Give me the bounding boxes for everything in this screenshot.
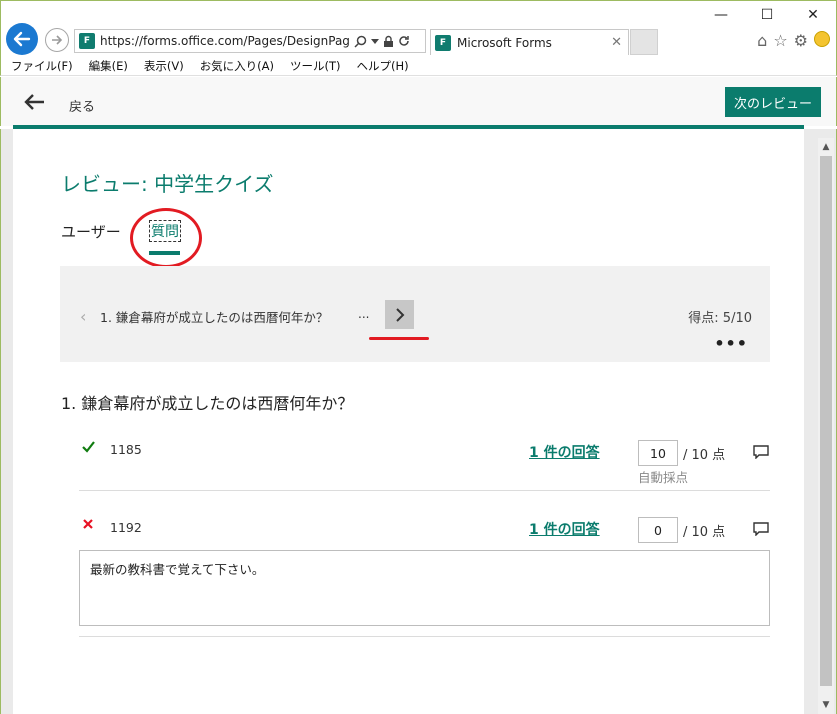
browser-tab[interactable]: F Microsoft Forms ✕: [430, 29, 629, 55]
forms-favicon-icon: F: [79, 33, 95, 49]
browser-titlebar: — ☐ ✕ F https://forms.office.com/Pages/D…: [0, 0, 837, 56]
scroll-thumb[interactable]: [820, 156, 832, 686]
response-row: 1185 1 件の回答 10 / 10 点 自動採点: [79, 440, 770, 490]
response-row: 1192 1 件の回答 0 / 10 点: [79, 517, 770, 547]
next-review-button[interactable]: 次のレビュー: [725, 87, 821, 117]
new-tab-button[interactable]: [630, 29, 658, 55]
more-options-icon[interactable]: •••: [714, 336, 748, 352]
settings-gear-icon[interactable]: ⚙: [794, 31, 808, 50]
chevron-right-icon: [395, 307, 404, 322]
address-text[interactable]: https://forms.office.com/Pages/DesignPag…: [100, 34, 350, 48]
tab-title: Microsoft Forms: [457, 35, 552, 50]
home-icon[interactable]: ⌂: [757, 31, 767, 50]
maximize-button[interactable]: ☐: [744, 1, 790, 29]
previous-question-icon[interactable]: ‹: [80, 307, 86, 326]
address-bar[interactable]: F https://forms.office.com/Pages/DesignP…: [74, 29, 426, 53]
question-nav-title: 1. 鎌倉幕府が成立したのは西暦何年か？: [100, 310, 329, 325]
comment-icon[interactable]: [753, 445, 769, 459]
menu-tools[interactable]: ツール(T): [290, 58, 341, 74]
refresh-icon[interactable]: [398, 35, 410, 47]
next-question-button[interactable]: [385, 300, 414, 329]
minimize-button[interactable]: —: [698, 1, 744, 29]
question-score: 得点: 5/10: [688, 311, 752, 326]
response-answer: 1192: [110, 520, 142, 535]
menu-help[interactable]: ヘルプ(H): [357, 58, 409, 74]
back-arrow-icon[interactable]: [23, 93, 45, 111]
menu-edit[interactable]: 編集(E): [89, 58, 128, 74]
auto-graded-label: 自動採点: [638, 470, 689, 485]
question-navigator: ‹ 1. 鎌倉幕府が成立したのは西暦何年か？ ... 得点: 5/10 •••: [60, 266, 770, 362]
close-window-button[interactable]: ✕: [790, 1, 836, 29]
comment-icon[interactable]: [753, 522, 769, 536]
favorites-star-icon[interactable]: ☆: [773, 31, 787, 50]
annotation-circle: [130, 208, 202, 268]
divider: [79, 636, 770, 637]
menu-view[interactable]: 表示(V): [144, 58, 184, 74]
tab-users[interactable]: ユーザー: [61, 221, 121, 242]
page-title: レビュー: 中学生クイズ: [61, 172, 274, 196]
response-answer: 1185: [110, 442, 142, 457]
browser-back-button[interactable]: [6, 23, 38, 55]
score-input[interactable]: 0: [638, 517, 678, 543]
menu-file[interactable]: ファイル(F): [11, 58, 73, 74]
response-count-link[interactable]: 1 件の回答: [529, 442, 600, 462]
arrow-right-icon: [52, 35, 63, 45]
window-controls: — ☐ ✕: [698, 1, 836, 29]
dropdown-icon[interactable]: [371, 37, 379, 45]
lock-icon: [384, 35, 393, 47]
tab-close-icon[interactable]: ✕: [611, 35, 622, 50]
feedback-textarea[interactable]: 最新の教科書で覚えて下さい。: [79, 550, 770, 626]
app-header: 戻る 次のレビュー: [0, 77, 837, 126]
scroll-up-icon[interactable]: ▲: [818, 138, 834, 156]
score-max-label: / 10 点: [683, 525, 726, 540]
menu-bar: ファイル(F) 編集(E) 表示(V) お気に入り(A) ツール(T) ヘルプ(…: [0, 56, 837, 76]
forms-tab-favicon-icon: F: [435, 34, 451, 51]
feedback-smiley-icon[interactable]: [814, 31, 830, 47]
score-input[interactable]: 10: [638, 440, 678, 466]
back-button-label[interactable]: 戻る: [69, 96, 95, 115]
incorrect-x-icon: [82, 518, 94, 534]
divider: [79, 490, 770, 491]
score-max-label: / 10 点: [683, 448, 726, 463]
correct-check-icon: [82, 441, 95, 457]
annotation-underline: [369, 337, 429, 340]
menu-favorites[interactable]: お気に入り(A): [200, 58, 274, 74]
browser-forward-button[interactable]: [45, 28, 69, 52]
scroll-down-icon[interactable]: ▼: [818, 696, 834, 714]
search-icon[interactable]: [354, 35, 367, 48]
review-panel: [13, 129, 804, 714]
question-heading: 1. 鎌倉幕府が成立したのは西暦何年か？: [61, 394, 354, 413]
vertical-scrollbar[interactable]: ▲ ▼: [818, 138, 834, 714]
response-count-link[interactable]: 1 件の回答: [529, 519, 600, 539]
arrow-left-icon: [13, 31, 31, 47]
question-nav-ellipsis: ...: [358, 307, 370, 321]
